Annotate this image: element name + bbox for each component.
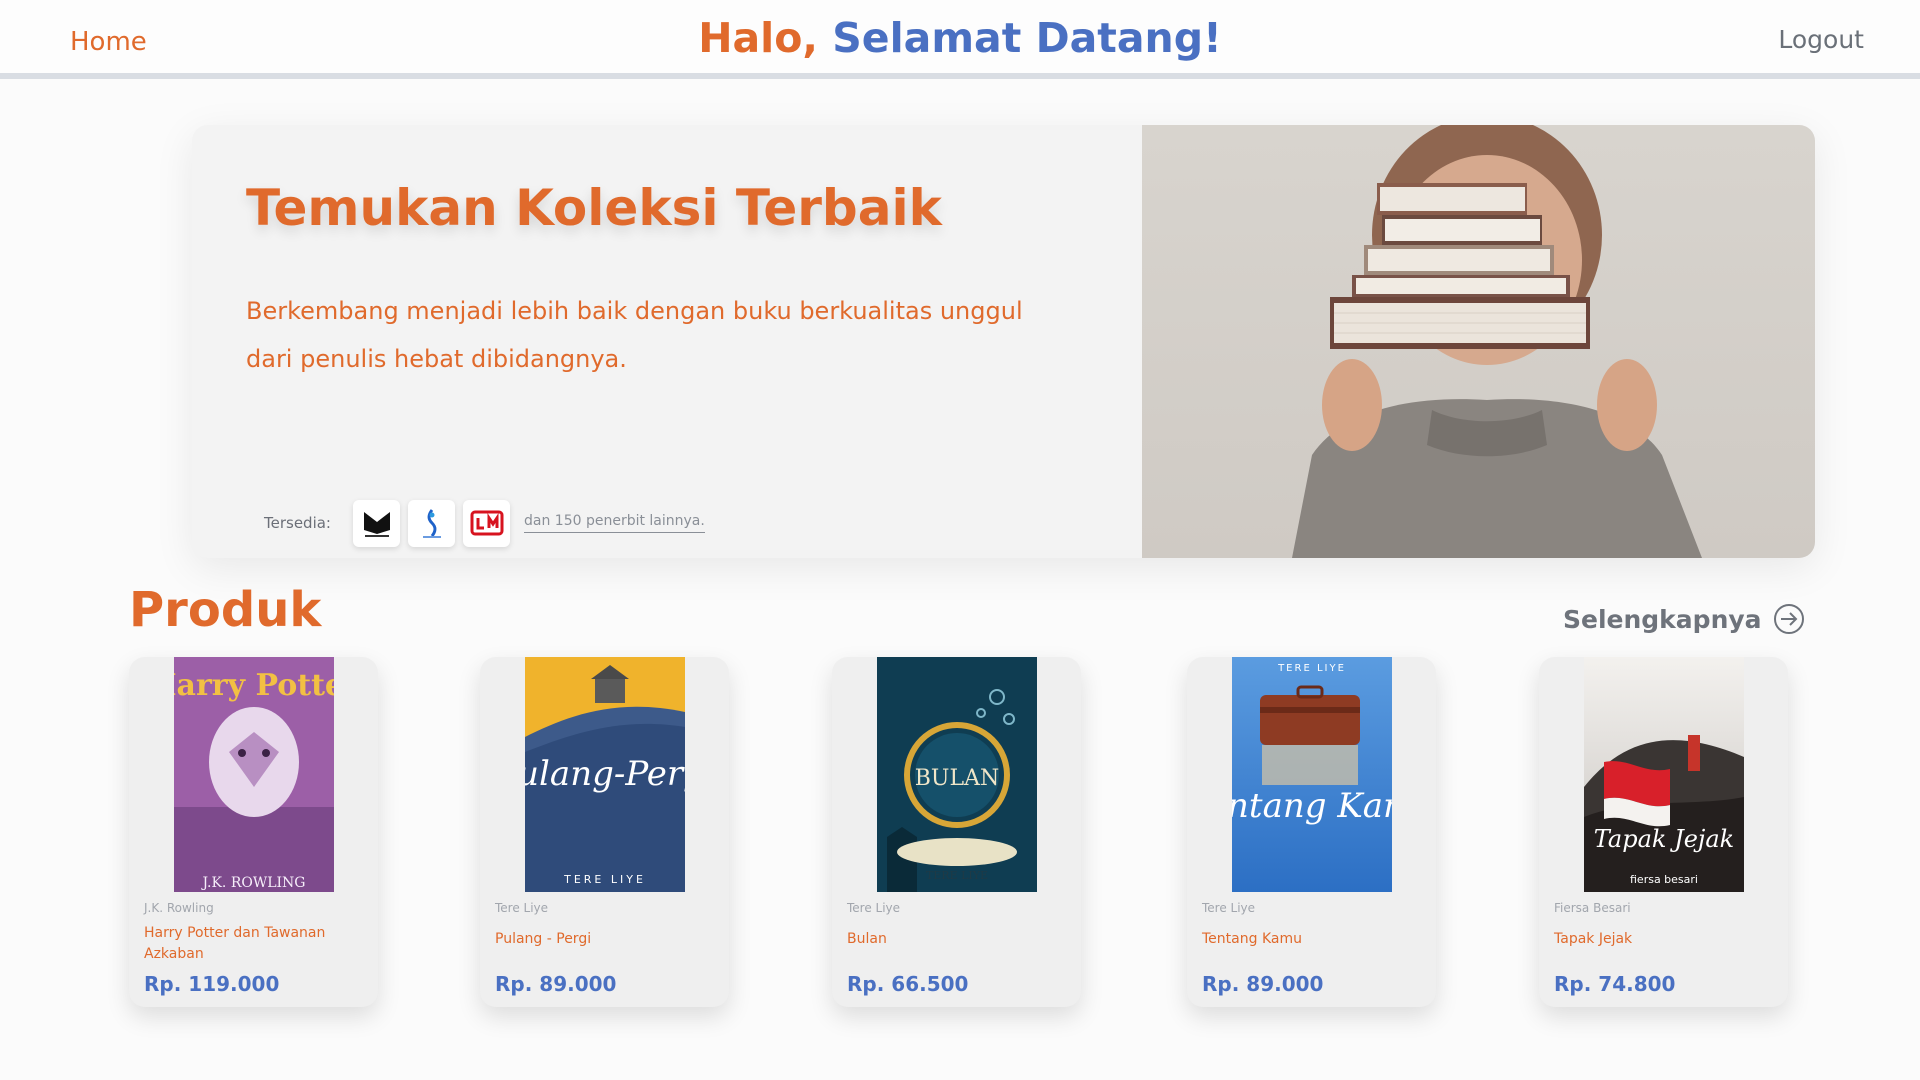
- product-author: Tere Liye: [847, 901, 901, 915]
- product-title: Pulang - Pergi: [495, 931, 592, 947]
- cover-title-tentang-kamu: Tentang Kamu: [1232, 786, 1392, 826]
- cover-author-tentang-kamu: TERE LIYE: [1277, 663, 1346, 674]
- cover-author-harry-potter: J.K. ROWLING: [200, 875, 305, 891]
- availability-row: Tersedia: dan 150 penerbit lainnya.: [264, 499, 705, 547]
- product-card-harry-potter[interactable]: Harry Potter J.K. ROWLING J.K. Rowling H…: [129, 657, 378, 1007]
- book-cover-pulang-pergi: Pulang-Pergi TERE LIYE: [525, 657, 685, 892]
- hero-description: Berkembang menjadi lebih baik dengan buk…: [246, 297, 1023, 373]
- product-author: Tere Liye: [495, 901, 549, 915]
- arrow-right-icon: [1773, 604, 1804, 634]
- book-cover-harry-potter: Harry Potter J.K. ROWLING: [174, 657, 334, 892]
- see-more-button[interactable]: Selengkapnya: [1563, 604, 1804, 634]
- greeting-prefix: Halo,: [698, 14, 818, 62]
- cover-author-pulang-pergi: TERE LIYE: [563, 873, 646, 886]
- product-price: Rp. 89.000: [1202, 972, 1324, 996]
- cover-title-pulang-pergi: Pulang-Pergi: [525, 754, 685, 794]
- logout-link[interactable]: Logout: [1778, 25, 1864, 54]
- product-price: Rp. 66.500: [847, 972, 969, 996]
- product-card-tentang-kamu[interactable]: TERE LIYE Tentang Kamu Tere Liye Tentang…: [1187, 657, 1436, 1007]
- publisher-mediakita-logo[interactable]: [353, 499, 400, 547]
- top-navbar: Home Halo, Selamat Datang! Logout: [0, 0, 1920, 79]
- cover-author-tapak-jejak: fiersa besari: [1630, 873, 1698, 886]
- hero-books-photo: [1142, 125, 1815, 558]
- product-price: Rp. 119.000: [144, 972, 280, 996]
- availability-label: Tersedia:: [264, 514, 331, 532]
- welcome-heading: Halo, Selamat Datang!: [0, 14, 1920, 62]
- cover-author-bulan: TERE LIYE: [926, 869, 988, 882]
- products-heading: Produk: [129, 582, 322, 638]
- cover-title-bulan: BULAN: [915, 766, 999, 791]
- publisher-bukuloma-logo[interactable]: [408, 499, 455, 547]
- product-title: Tapak Jejak: [1554, 931, 1633, 947]
- availability-more-link[interactable]: dan 150 penerbit lainnya.: [524, 513, 705, 533]
- product-card-bulan[interactable]: BULAN TERE LIYE Tere Liye Bulan Rp. 66.5…: [832, 657, 1081, 1007]
- product-price: Rp. 74.800: [1554, 972, 1676, 996]
- product-author: J.K. Rowling: [144, 901, 214, 915]
- cover-title-tapak-jejak: Tapak Jejak: [1594, 825, 1734, 853]
- product-title: Tentang Kamu: [1202, 931, 1302, 947]
- product-card-tapak-jejak[interactable]: Tapak Jejak fiersa besari Fiersa Besari …: [1539, 657, 1788, 1007]
- book-cover-tapak-jejak: Tapak Jejak fiersa besari: [1584, 657, 1744, 892]
- cover-title-harry-potter: Harry Potter: [174, 668, 334, 703]
- product-author: Fiersa Besari: [1554, 901, 1631, 915]
- product-title: Harry Potter dan Tawanan Azkaban: [144, 925, 326, 962]
- hero-banner: Temukan Koleksi Terbaik Berkembang menja…: [192, 125, 1815, 558]
- product-card-pulang-pergi[interactable]: Pulang-Pergi TERE LIYE Tere Liye Pulang …: [480, 657, 729, 1007]
- book-cover-tentang-kamu: TERE LIYE Tentang Kamu: [1232, 657, 1392, 892]
- see-more-label: Selengkapnya: [1563, 604, 1762, 634]
- hero-title: Temukan Koleksi Terbaik: [246, 179, 942, 237]
- product-author: Tere Liye: [1202, 901, 1256, 915]
- publisher-gramedia-logo[interactable]: [463, 499, 510, 547]
- book-cover-bulan: BULAN TERE LIYE: [877, 657, 1037, 892]
- product-price: Rp. 89.000: [495, 972, 617, 996]
- home-link[interactable]: Home: [70, 27, 147, 57]
- product-title: Bulan: [847, 931, 887, 947]
- greeting-main: Selamat Datang!: [832, 14, 1222, 62]
